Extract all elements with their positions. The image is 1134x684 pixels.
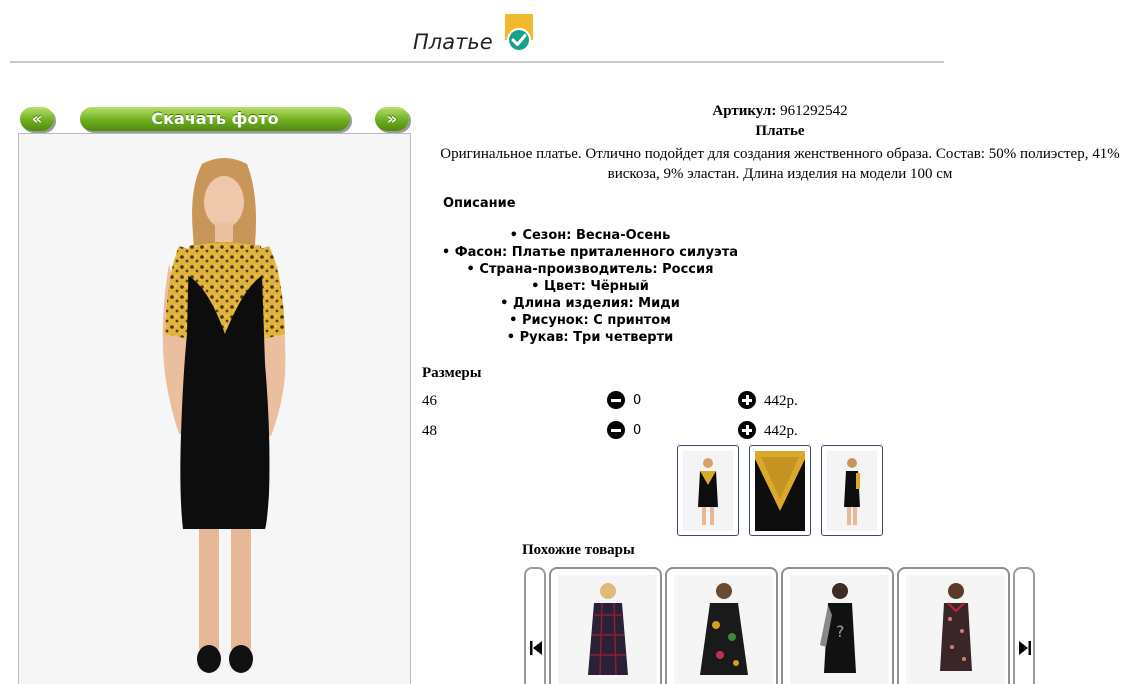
thumbnail-image [683, 451, 733, 531]
next-photo-button[interactable]: » [375, 107, 409, 131]
attribute-list: Сезон: Весна-Осень Фасон: Платье притале… [420, 227, 760, 346]
attribute-item: Страна-производитель: Россия [420, 261, 760, 278]
thumbnail-image [755, 451, 805, 531]
size-row: 46 0 442р. [422, 391, 842, 413]
similar-product-image [906, 575, 1005, 684]
similar-product-card[interactable] [549, 567, 662, 684]
photo-thumbnail[interactable] [821, 445, 883, 536]
similar-products-heading: Похожие товары [522, 542, 635, 558]
similar-product-card[interactable]: ? [781, 567, 894, 684]
similar-product-image [674, 575, 773, 684]
main-product-photo[interactable] [18, 133, 411, 684]
article-label: Артикул: [712, 103, 777, 119]
minus-icon[interactable] [607, 421, 625, 439]
page-title: Платье [413, 30, 493, 54]
verified-badge-icon [505, 14, 533, 52]
quantity-value: 0 [633, 393, 642, 408]
attribute-item: Сезон: Весна-Осень [420, 227, 760, 244]
quantity-value: 0 [633, 423, 642, 438]
product-description: Оригинальное платье. Отлично подойдет дл… [440, 146, 1120, 182]
similar-product-image [558, 575, 657, 684]
size-value: 46 [422, 393, 437, 409]
similar-product-card[interactable] [665, 567, 778, 684]
thumbnail-image [827, 451, 877, 531]
minus-icon[interactable] [607, 391, 625, 409]
similar-product-card[interactable] [897, 567, 1010, 684]
attribute-item: Фасон: Платье приталенного силуэта [420, 244, 760, 261]
product-name: Платье [755, 123, 805, 139]
article-line: Артикул: 961292542 [430, 103, 1130, 120]
attribute-item: Рисунок: С принтом [420, 312, 760, 329]
plus-icon[interactable] [738, 421, 756, 439]
size-price: 442р. [764, 423, 798, 439]
size-price: 442р. [764, 393, 798, 409]
plus-icon[interactable] [738, 391, 756, 409]
attribute-item: Длина изделия: Миди [420, 295, 760, 312]
svg-text:?: ? [836, 622, 845, 641]
sizes-heading: Размеры [422, 365, 482, 381]
slider-prev-button[interactable] [524, 567, 546, 684]
description-heading: Описание [443, 196, 516, 211]
skip-previous-icon [530, 641, 542, 655]
similar-product-image: ? [790, 575, 889, 684]
prev-photo-button[interactable]: « [20, 107, 54, 131]
size-value: 48 [422, 423, 437, 439]
attribute-item: Рукав: Три четверти [420, 329, 760, 346]
slider-next-button[interactable] [1013, 567, 1035, 684]
attribute-item: Цвет: Чёрный [420, 278, 760, 295]
title-divider [10, 61, 944, 63]
photo-thumbnail[interactable] [749, 445, 811, 536]
model-dress-illustration [162, 158, 286, 673]
article-number: 961292542 [780, 103, 848, 119]
skip-next-icon [1019, 641, 1031, 655]
download-photo-button[interactable]: Скачать фото [80, 107, 350, 131]
size-row: 48 0 442р. [422, 421, 842, 443]
photo-thumbnail[interactable] [677, 445, 739, 536]
